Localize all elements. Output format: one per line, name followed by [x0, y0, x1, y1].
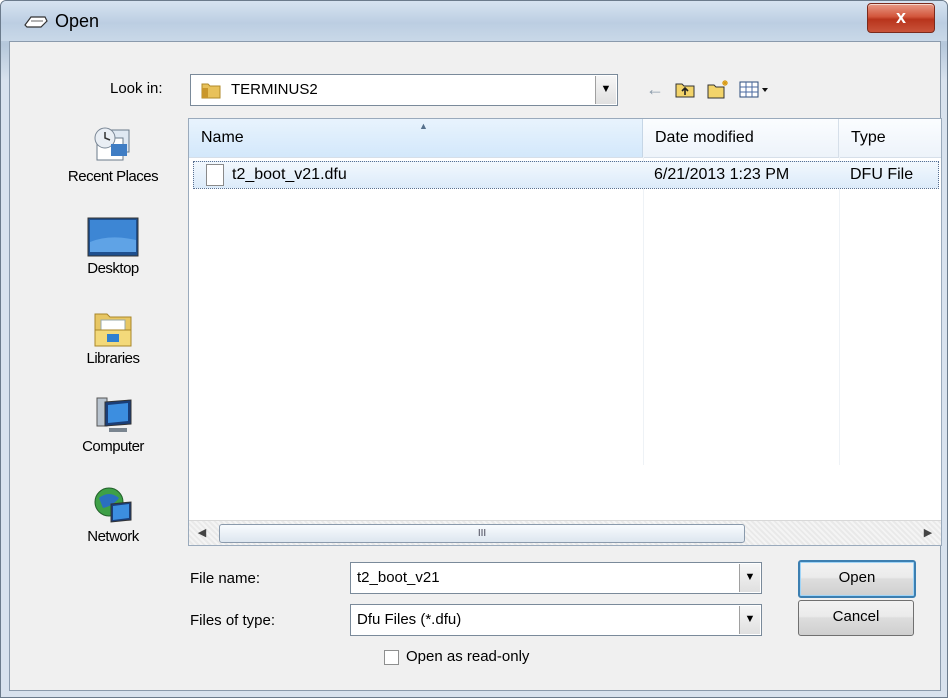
place-label: Libraries [86, 350, 140, 367]
place-computer[interactable]: Computer [38, 394, 188, 455]
place-label: Computer [82, 438, 144, 455]
look-in-value: TERMINUS2 [231, 81, 318, 98]
network-icon [94, 487, 132, 523]
file-row[interactable]: t2_boot_v21.dfu 6/21/2013 1:23 PM DFU Fi… [193, 161, 939, 189]
computer-icon [96, 397, 132, 432]
read-only-checkbox[interactable] [384, 650, 399, 665]
view-menu-icon[interactable] [738, 78, 774, 100]
place-label: Recent Places [67, 168, 159, 185]
places-sidebar: Recent Places Desktop Libraries Computer… [38, 120, 188, 590]
look-in-dropdown[interactable]: TERMINUS2 ▼ [190, 74, 618, 106]
file-list-view[interactable]: ▲ Name Date modified Type t2_boot_v21.df… [188, 118, 942, 546]
scroll-right-icon[interactable]: ▶ [917, 521, 939, 545]
place-recent-places[interactable]: Recent Places [38, 124, 188, 185]
libraries-icon [94, 313, 132, 347]
folder-icon [201, 83, 221, 99]
dialog-body: Look in: TERMINUS2 ▼ ← Recent Places Des… [9, 41, 942, 691]
column-header-row: ▲ Name Date modified Type [189, 119, 941, 158]
chevron-down-icon[interactable]: ▼ [595, 76, 616, 104]
file-date-cell: 6/21/2013 1:23 PM [654, 166, 790, 183]
file-type-cell: DFU File [850, 166, 914, 183]
column-header-name[interactable]: ▲ Name [189, 119, 643, 157]
file-icon [206, 164, 224, 186]
read-only-label: Open as read-only [406, 648, 530, 665]
recent-places-icon [94, 127, 130, 161]
place-network[interactable]: Network [38, 484, 188, 545]
file-name-label: File name: [190, 570, 261, 587]
file-type-label: Files of type: [190, 612, 276, 629]
file-name-cell: t2_boot_v21.dfu [232, 166, 347, 183]
place-label: Desktop [87, 260, 139, 277]
new-folder-icon[interactable] [706, 78, 730, 100]
scroll-left-icon[interactable]: ◀ [191, 521, 213, 545]
column-divider [643, 157, 644, 465]
horizontal-scrollbar[interactable]: ◀ III ▶ [189, 520, 941, 545]
file-type-dropdown[interactable]: Dfu Files (*.dfu) ▼ [350, 604, 762, 636]
place-label: Network [87, 528, 139, 545]
open-dialog-icon [24, 16, 48, 28]
window-title: Open [55, 11, 100, 31]
close-button[interactable]: x [867, 3, 935, 33]
open-button[interactable]: Open [798, 560, 916, 598]
up-folder-icon[interactable] [674, 78, 696, 100]
column-divider [839, 157, 840, 465]
file-name-field[interactable]: t2_boot_v21 ▼ [350, 562, 762, 594]
look-in-label: Look in: [110, 80, 163, 97]
place-desktop[interactable]: Desktop [38, 216, 188, 277]
chevron-down-icon[interactable]: ▼ [739, 564, 760, 592]
column-header-type[interactable]: Type [839, 119, 941, 157]
cancel-button[interactable]: Cancel [798, 600, 914, 636]
column-label: Date modified [655, 129, 754, 146]
file-type-value: Dfu Files (*.dfu) [357, 611, 462, 628]
title-bar[interactable]: Open x [1, 1, 947, 41]
scrollbar-thumb[interactable]: III [219, 524, 745, 543]
column-header-date-modified[interactable]: Date modified [643, 119, 839, 157]
place-libraries[interactable]: Libraries [38, 306, 188, 367]
column-label: Type [851, 129, 886, 146]
back-arrow-icon[interactable]: ← [646, 78, 664, 100]
chevron-down-icon[interactable]: ▼ [739, 606, 760, 634]
sort-ascending-icon: ▲ [419, 121, 428, 131]
desktop-icon [87, 217, 139, 257]
file-name-value[interactable]: t2_boot_v21 [357, 569, 440, 586]
column-label: Name [201, 129, 244, 146]
open-dialog-window: Open x Look in: TERMINUS2 ▼ ← Recent Pla… [0, 0, 948, 698]
